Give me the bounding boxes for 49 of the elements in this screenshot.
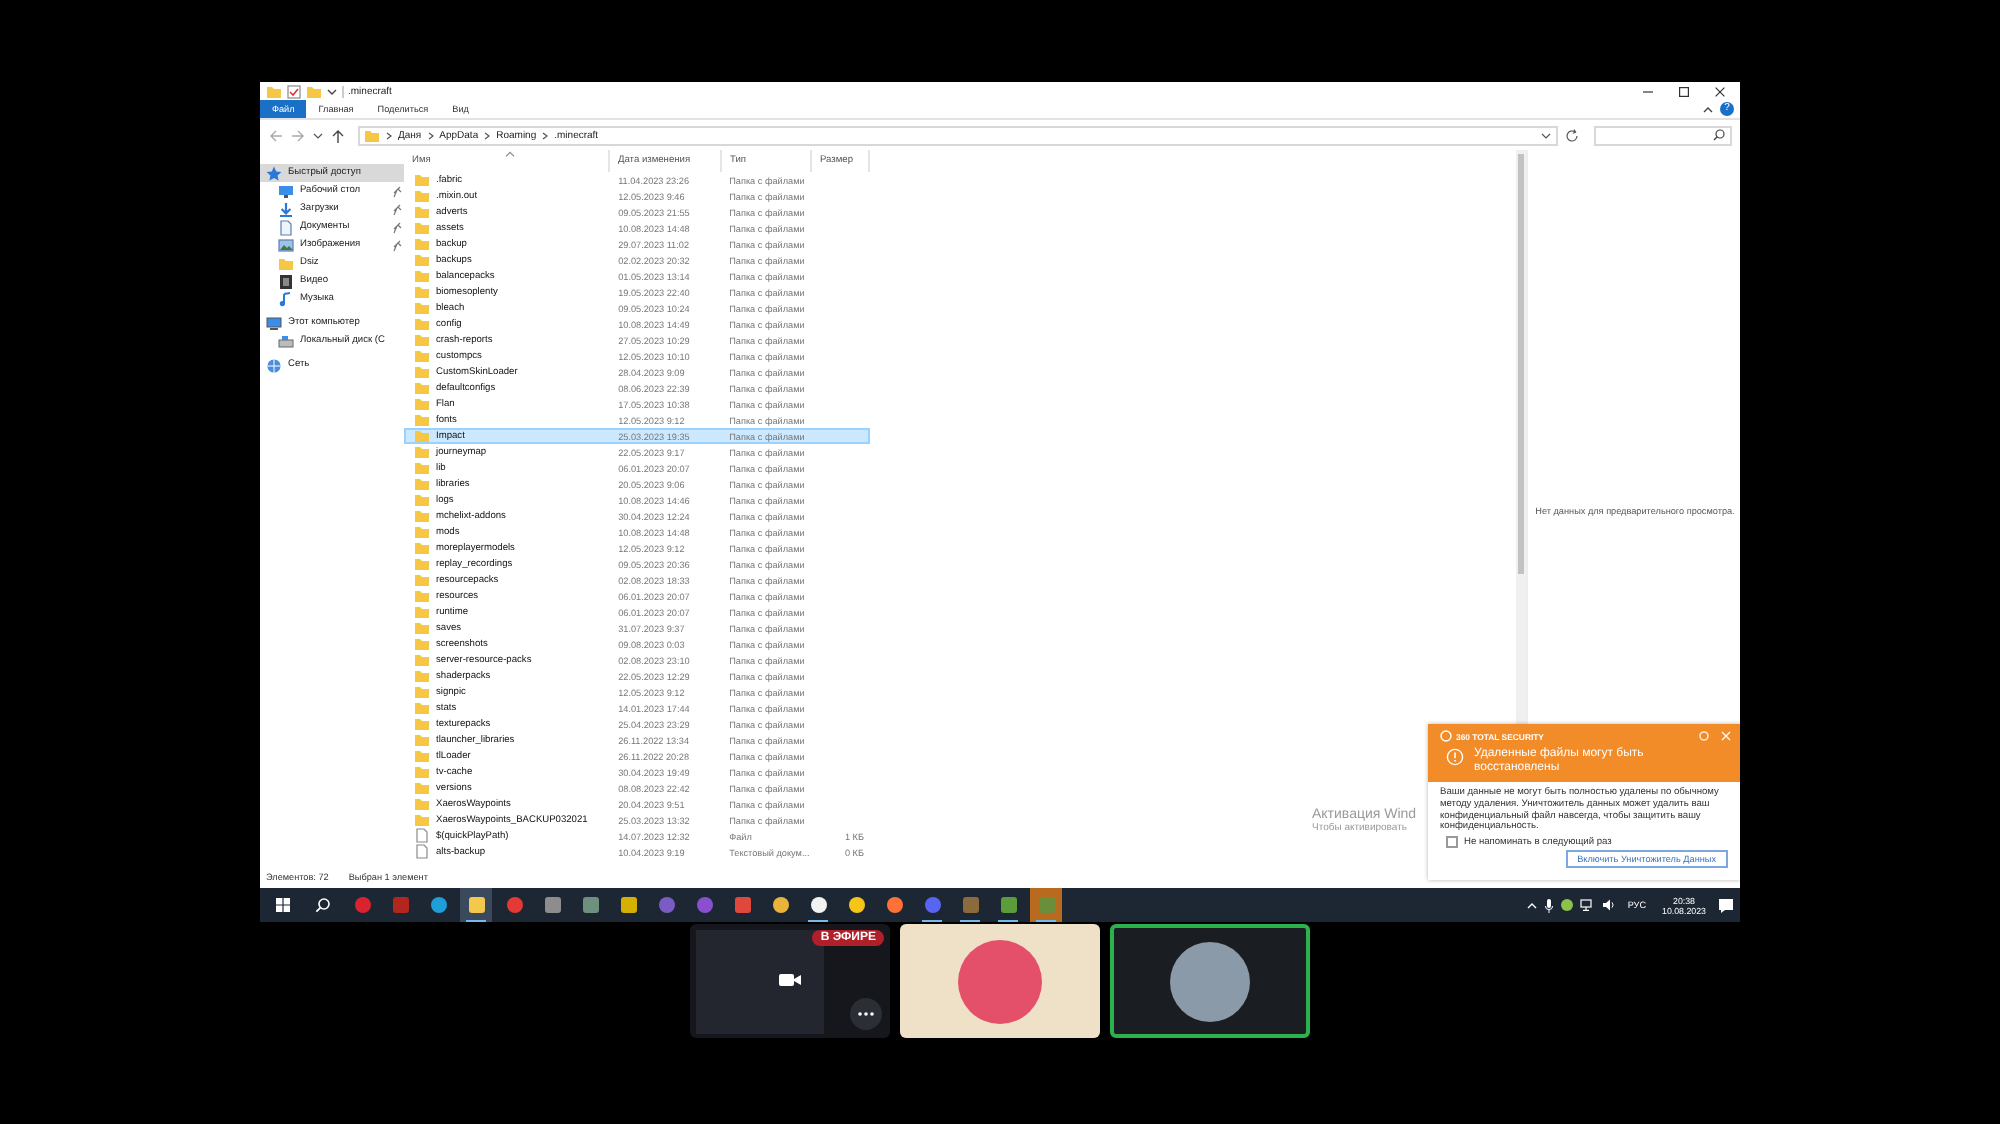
circle-icon[interactable] xyxy=(1559,898,1574,912)
pin-icon xyxy=(392,185,402,197)
maximize-icon[interactable] xyxy=(1678,85,1690,97)
checkbox[interactable] xyxy=(1446,836,1458,849)
search-field[interactable] xyxy=(1594,125,1732,145)
participant-tile[interactable] xyxy=(900,924,1100,1038)
microphone-icon[interactable] xyxy=(1543,897,1554,913)
film-icon xyxy=(278,273,294,289)
search-icon[interactable] xyxy=(314,896,332,914)
monitor-icon xyxy=(278,183,294,199)
pin-icon xyxy=(392,239,402,251)
chevron-icon xyxy=(384,127,394,143)
screen-thumbnail xyxy=(696,930,824,1034)
folder-icon xyxy=(278,255,294,271)
avatar-circle xyxy=(958,939,1042,1023)
folder-icon xyxy=(364,127,380,143)
photo-placeholder xyxy=(1170,941,1250,1021)
refresh-icon[interactable] xyxy=(1564,127,1580,143)
more-button[interactable] xyxy=(850,998,882,1030)
chevron-up-icon[interactable] xyxy=(1525,899,1538,911)
shield-icon xyxy=(1440,730,1452,742)
up-arrow-icon[interactable] xyxy=(330,127,346,143)
pin-icon xyxy=(392,221,402,233)
pin-icon xyxy=(392,203,402,215)
participant-tile[interactable] xyxy=(1110,924,1310,1038)
search-icon xyxy=(1712,128,1726,142)
taskbar-button[interactable] xyxy=(460,888,492,922)
close-icon[interactable] xyxy=(1714,85,1726,97)
drive-icon xyxy=(278,333,294,349)
warning-icon xyxy=(1446,748,1464,766)
minimize-icon[interactable] xyxy=(1642,85,1654,97)
windows-icon[interactable] xyxy=(274,896,292,914)
camera-icon xyxy=(778,972,802,988)
caret-icon[interactable] xyxy=(1702,103,1714,115)
speaker-icon[interactable] xyxy=(1601,898,1618,912)
sort-caret-icon xyxy=(504,150,516,158)
chevron-icon xyxy=(540,127,551,143)
network-icon xyxy=(266,357,282,373)
computer-icon xyxy=(266,315,282,331)
music-note-icon xyxy=(278,291,294,307)
document-icon xyxy=(278,219,294,235)
notification-icon[interactable] xyxy=(1718,897,1734,913)
chevron-icon xyxy=(425,127,436,143)
picture-icon xyxy=(278,237,294,253)
download-icon xyxy=(278,201,294,217)
chevron-icon xyxy=(482,127,493,143)
star-icon xyxy=(266,165,282,181)
network-icon[interactable] xyxy=(1579,898,1596,912)
properties-icon[interactable] xyxy=(286,83,302,99)
